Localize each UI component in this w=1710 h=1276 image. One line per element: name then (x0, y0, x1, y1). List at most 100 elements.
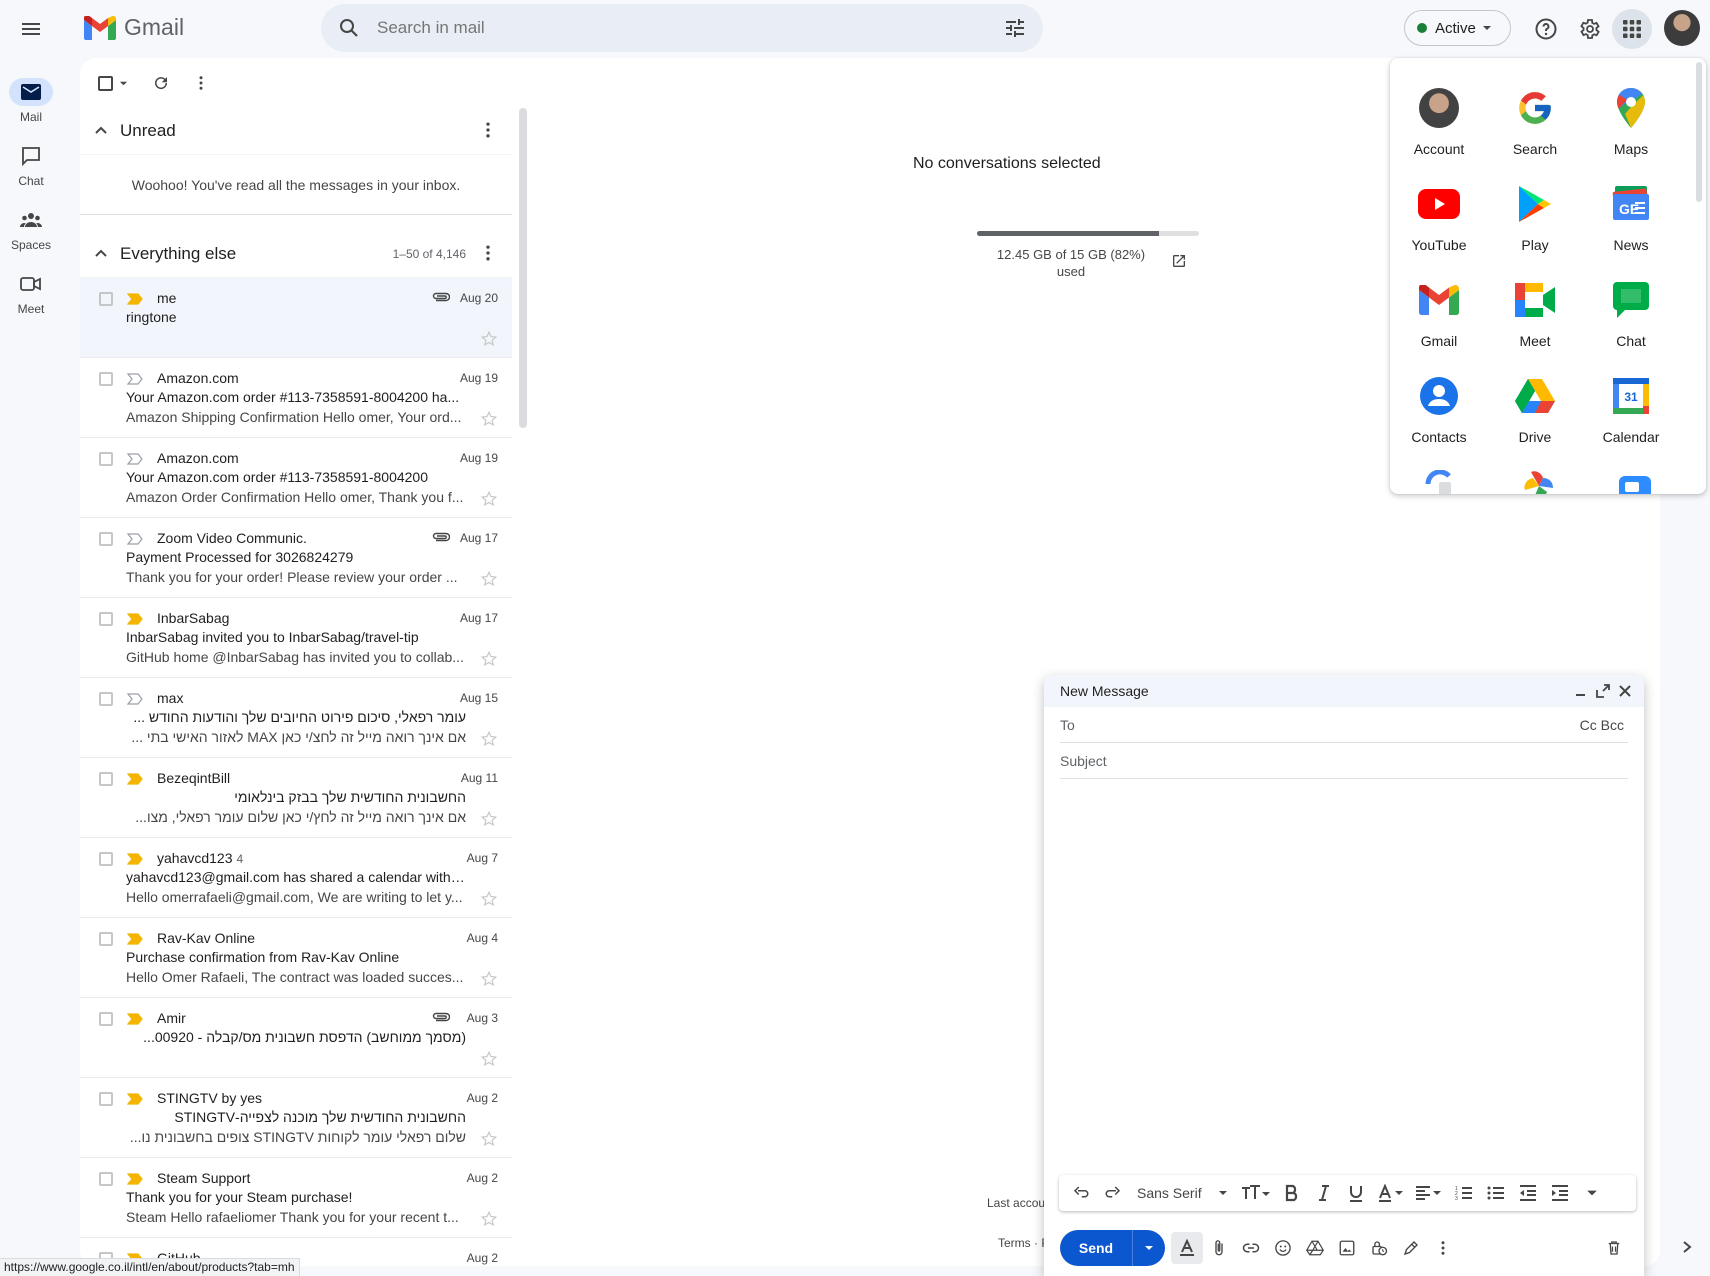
star-icon[interactable] (480, 1210, 498, 1228)
minimize-icon[interactable] (1572, 682, 1590, 700)
account-avatar[interactable] (1664, 10, 1700, 46)
email-row[interactable]: max Aug 15 עומר רפאלי, סיכום פירוט החיובים… (80, 678, 512, 758)
google-apps-button[interactable] (1612, 9, 1652, 49)
discard-draft-button[interactable] (1598, 1232, 1630, 1264)
section-more-icon[interactable] (478, 243, 498, 263)
app-chat[interactable]: Chat (1583, 272, 1679, 364)
app-news[interactable]: GE News (1583, 176, 1679, 268)
importance-marker-icon[interactable] (127, 853, 143, 865)
formatting-options-button[interactable] (1171, 1232, 1203, 1264)
search-icon[interactable] (337, 16, 361, 40)
pop-out-icon[interactable] (1594, 682, 1612, 700)
chevron-up-icon[interactable] (94, 124, 108, 138)
email-row[interactable]: Zoom Video Communic. Aug 17 Payment Proces… (80, 518, 512, 598)
email-row[interactable]: Amazon.com Aug 19 Your Amazon.com order #1… (80, 358, 512, 438)
close-icon[interactable] (1616, 682, 1634, 700)
search-input[interactable] (377, 18, 937, 38)
insert-drive-button[interactable] (1299, 1232, 1331, 1264)
importance-marker-icon[interactable] (127, 453, 143, 465)
refresh-icon[interactable] (152, 74, 170, 92)
bulleted-list-button[interactable] (1480, 1177, 1512, 1209)
email-row[interactable]: Amir Aug 3 (מסמך ממוחשב) הדפסת חשבונית מס/… (80, 998, 512, 1078)
star-icon[interactable] (480, 490, 498, 508)
text-color-button[interactable] (1372, 1177, 1410, 1209)
importance-marker-icon[interactable] (127, 1093, 143, 1105)
emoji-button[interactable] (1267, 1232, 1299, 1264)
star-icon[interactable] (480, 1130, 498, 1148)
row-checkbox[interactable] (99, 532, 113, 546)
undo-button[interactable] (1065, 1177, 1097, 1209)
star-icon[interactable] (480, 1050, 498, 1068)
star-icon[interactable] (480, 330, 498, 348)
row-checkbox[interactable] (99, 1092, 113, 1106)
email-row[interactable]: Steam Support Aug 2 Thank you for your Ste… (80, 1158, 512, 1238)
star-icon[interactable] (480, 970, 498, 988)
importance-marker-icon[interactable] (127, 293, 143, 305)
align-button[interactable] (1410, 1177, 1448, 1209)
gmail-logo[interactable]: Gmail (84, 14, 184, 41)
rail-chat[interactable]: Chat (0, 142, 62, 188)
status-dropdown[interactable]: Active (1404, 10, 1511, 46)
more-formatting-button[interactable] (1576, 1177, 1608, 1209)
app-gmail[interactable]: Gmail (1391, 272, 1487, 364)
support-button[interactable] (1526, 9, 1566, 49)
redo-button[interactable] (1097, 1177, 1129, 1209)
search-bar[interactable] (321, 4, 1043, 52)
row-checkbox[interactable] (99, 1012, 113, 1026)
partial-app-icon[interactable] (1425, 470, 1453, 494)
row-checkbox[interactable] (99, 292, 113, 306)
star-icon[interactable] (480, 730, 498, 748)
importance-marker-icon[interactable] (127, 933, 143, 945)
section-unread-header[interactable]: Unread (80, 108, 512, 155)
underline-button[interactable] (1340, 1177, 1372, 1209)
font-family-select[interactable]: Sans Serif (1129, 1185, 1236, 1201)
section-everything-else-header[interactable]: Everything else 1–50 of 4,146 (80, 231, 512, 278)
app-contacts[interactable]: Contacts (1391, 368, 1487, 460)
star-icon[interactable] (480, 810, 498, 828)
email-row[interactable]: STINGTV by yes Aug 2 החשבונית החודשית שלך … (80, 1078, 512, 1158)
row-checkbox[interactable] (99, 772, 113, 786)
row-checkbox[interactable] (99, 932, 113, 946)
row-checkbox[interactable] (99, 452, 113, 466)
app-search[interactable]: Search (1487, 80, 1583, 172)
numbered-list-button[interactable]: 123 (1448, 1177, 1480, 1209)
section-count[interactable]: 1–50 of 4,146 (393, 247, 466, 261)
search-options-icon[interactable] (1003, 16, 1027, 40)
settings-button[interactable] (1569, 9, 1609, 49)
open-in-new-icon[interactable] (1171, 253, 1187, 269)
app-account[interactable]: Account (1391, 80, 1487, 172)
email-row[interactable]: yahavcd123 4 Aug 7 yahavcd123@gmail.com has… (80, 838, 512, 918)
insert-link-button[interactable] (1235, 1232, 1267, 1264)
app-play[interactable]: Play (1487, 176, 1583, 268)
partial-app-icon[interactable] (1617, 472, 1653, 494)
confidential-mode-button[interactable] (1363, 1232, 1395, 1264)
bold-button[interactable] (1276, 1177, 1308, 1209)
chevron-right-icon[interactable] (1680, 1240, 1694, 1254)
to-field[interactable]: To Cc Bcc (1060, 707, 1628, 743)
indent-less-button[interactable] (1512, 1177, 1544, 1209)
cc-bcc-links[interactable]: Cc Bcc (1580, 717, 1624, 733)
subject-field[interactable]: Subject (1060, 743, 1628, 779)
list-scrollbar[interactable] (518, 108, 528, 1266)
list-scrollbar-thumb[interactable] (519, 108, 527, 428)
star-icon[interactable] (480, 570, 498, 588)
insert-photo-button[interactable] (1331, 1232, 1363, 1264)
importance-marker-icon[interactable] (127, 533, 143, 545)
importance-marker-icon[interactable] (127, 1173, 143, 1185)
last-activity-text[interactable]: Last accou (987, 1196, 1045, 1210)
main-menu-button[interactable] (11, 9, 51, 49)
importance-marker-icon[interactable] (127, 773, 143, 785)
importance-marker-icon[interactable] (127, 613, 143, 625)
font-size-button[interactable] (1236, 1177, 1276, 1209)
rail-spaces[interactable]: Spaces (0, 206, 62, 252)
row-checkbox[interactable] (99, 1172, 113, 1186)
rail-mail[interactable]: Mail (0, 78, 62, 124)
app-youtube[interactable]: YouTube (1391, 176, 1487, 268)
more-options-button[interactable] (1427, 1232, 1459, 1264)
attach-button[interactable] (1203, 1232, 1235, 1264)
italic-button[interactable] (1308, 1177, 1340, 1209)
partial-app-icon[interactable] (1521, 470, 1555, 494)
row-checkbox[interactable] (99, 692, 113, 706)
star-icon[interactable] (480, 650, 498, 668)
row-checkbox[interactable] (99, 372, 113, 386)
